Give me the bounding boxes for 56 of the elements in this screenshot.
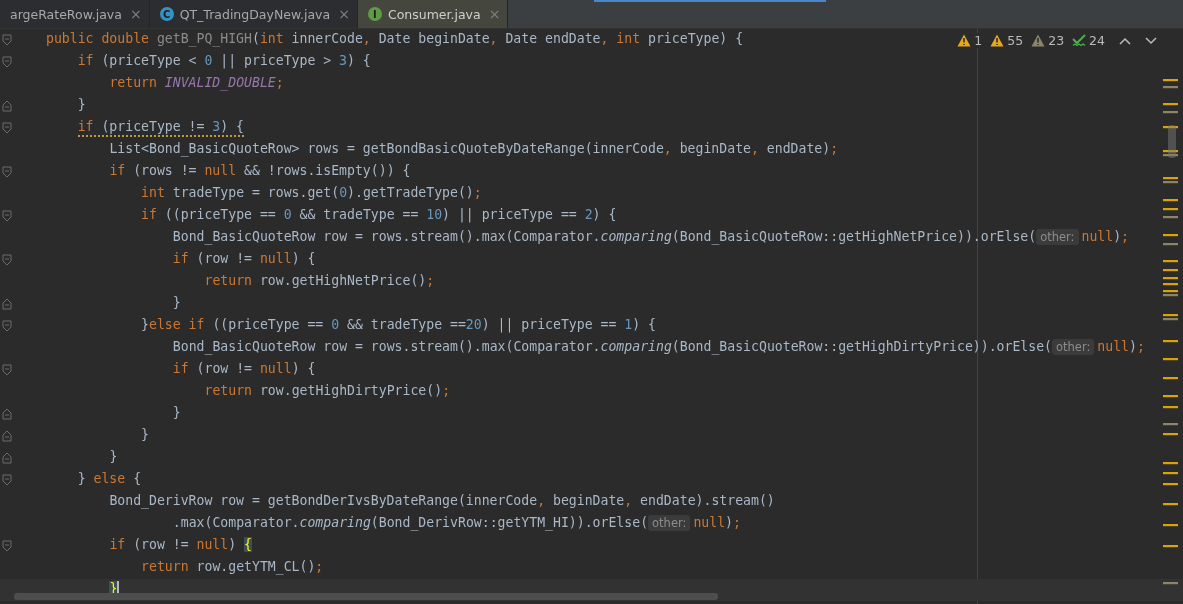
code-line: .max(Comparator.comparing(Bond_DerivRow::getYTM_HI)).orElse( other: null); <box>172 515 741 533</box>
code-line: return row.getHighNetPrice(); <box>204 273 435 290</box>
fold-icon[interactable] <box>2 166 12 178</box>
code-line: return row.getHighDirtyPrice(); <box>204 383 451 400</box>
code-line: Bond_BasicQuoteRow row = rows.stream().max(Comparator.comparing(Bond_BasicQuoteRow::getHighDirtyPrice)).orElse( other: null); <box>172 339 1145 357</box>
code-line: } <box>172 405 181 422</box>
code-line: } <box>77 97 86 114</box>
code-line: if (row != null) { <box>172 361 316 378</box>
fold-icon[interactable] <box>2 320 12 332</box>
scrollbar-thumb[interactable] <box>1168 125 1176 158</box>
code-line: if (priceType < 0 || priceType > 3) { <box>77 53 371 71</box>
editor-tab[interactable]: argeRateRow.java × <box>0 0 150 28</box>
fold-icon[interactable] <box>2 56 12 68</box>
inspection-count[interactable]: 55 <box>990 33 1024 48</box>
code-line: if (row != null) { <box>172 251 316 268</box>
code-line: public double getB_PQ_HIGH(int innerCode, Date beginDate, Date endDate, int priceType) { <box>46 31 744 49</box>
fold-icon[interactable] <box>2 100 12 112</box>
scrollbar-thumb[interactable] <box>14 593 718 600</box>
fold-icon[interactable] <box>2 540 12 552</box>
code-line: return INVALID_DOUBLE; <box>109 75 284 93</box>
fold-icon[interactable] <box>2 364 12 376</box>
code-line: if (rows != null && !rows.isEmpty()) { <box>109 163 411 180</box>
inspection-count[interactable]: 1 <box>957 33 983 48</box>
fold-icon[interactable] <box>2 122 12 134</box>
inspection-count[interactable]: 24 <box>1072 33 1105 48</box>
code-line: return row.getYTM_CL(); <box>141 559 324 577</box>
file-type-icon: C <box>159 7 174 21</box>
fold-icon[interactable] <box>2 452 12 464</box>
fold-icon[interactable] <box>2 474 12 486</box>
editor-tab[interactable]: C QT_TradingDayNew.java × <box>149 0 358 28</box>
chevron-up-icon[interactable] <box>1119 36 1131 45</box>
chevron-down-icon[interactable] <box>1145 36 1157 45</box>
file-type-icon: I <box>367 7 382 21</box>
code-line: } <box>172 295 181 312</box>
close-button[interactable]: × <box>338 6 350 22</box>
code-line: }else if ((priceType == 0 && tradeType ==20) || priceType == 1) { <box>141 317 656 335</box>
fold-icon[interactable] <box>2 34 12 46</box>
code-line: } else { <box>77 471 142 488</box>
code-line: if (row != null) { <box>109 537 252 554</box>
fold-icon[interactable] <box>2 430 12 442</box>
code-line: if ((priceType == 0 && tradeType == 10) || priceType == 2) { <box>141 207 617 225</box>
code-line: if (priceType != 3) { <box>77 119 245 137</box>
code-line: } <box>141 427 149 444</box>
code-line: Bond_BasicQuoteRow row = rows.stream().max(Comparator.comparing(Bond_BasicQuoteRow::getHighNetPrice)).orElse( other: null); <box>172 229 1130 247</box>
check-icon <box>1072 34 1087 47</box>
inspection-count[interactable]: 23 <box>1031 33 1065 48</box>
fold-icon[interactable] <box>2 210 12 222</box>
fold-icon[interactable] <box>2 408 12 420</box>
fold-icon[interactable] <box>2 298 12 310</box>
editor-tab[interactable]: I Consumer.java × <box>357 0 509 28</box>
code-line: List<Bond_BasicQuoteRow> rows = getBondBasicQuoteByDateRange(innerCode, beginDate, endDate); <box>109 141 839 159</box>
close-button[interactable]: × <box>129 6 142 22</box>
fold-icon[interactable] <box>2 254 12 266</box>
code-line: Bond_DerivRow row = getBondDerIvsByDateRange(innerCode, beginDate, endDate).stream() <box>109 493 775 511</box>
code-line: } <box>109 449 118 466</box>
code-line: int tradeType = rows.get(0).getTradeType(); <box>141 185 482 202</box>
